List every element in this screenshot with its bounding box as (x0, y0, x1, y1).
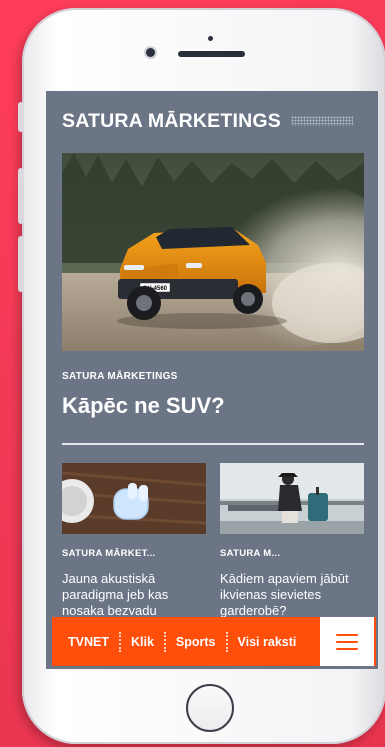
home-button[interactable] (186, 684, 234, 732)
card-kicker[interactable]: SATURA M... (220, 548, 364, 559)
menu-button[interactable] (320, 617, 374, 666)
article-card-shoes[interactable]: SATURA M... Kādiem apaviem jābūt ikviena… (220, 463, 364, 619)
nav-item-sports[interactable]: Sports (176, 635, 216, 649)
card-title[interactable]: Kādiem apaviem jābūt ikvienas sievietes … (220, 571, 364, 619)
nav-item-klik[interactable]: Klik (131, 635, 154, 649)
sensor-dot (208, 36, 213, 41)
card-kicker[interactable]: SATURA MĀRKET... (62, 548, 206, 559)
hamburger-menu-icon (336, 633, 358, 650)
section-header: SATURA MĀRKETINGS (62, 109, 372, 133)
hero-image-suv[interactable]: AH-4560 (62, 153, 364, 351)
dotted-pattern-decoration (290, 116, 353, 126)
volume-down-button (18, 236, 24, 292)
nav-item-tvnet[interactable]: TVNET (68, 635, 109, 649)
mute-switch (18, 102, 24, 132)
hero-kicker[interactable]: SATURA MĀRKETINGS (62, 371, 178, 382)
nav-separator (118, 631, 121, 652)
volume-up-button (18, 168, 24, 224)
card-title[interactable]: Jauna akustiskā paradigma jeb kas nosaka… (62, 571, 206, 619)
earpiece-speaker (178, 51, 245, 57)
earbuds-image[interactable] (62, 463, 206, 534)
bottom-navigation-bar: TVNET Klik Sports Visi raksti (52, 617, 376, 666)
divider (62, 443, 364, 445)
hero-title[interactable]: Kāpēc ne SUV? (62, 393, 225, 419)
nav-item-visi-raksti[interactable]: Visi raksti (238, 635, 297, 649)
section-title: SATURA MĀRKETINGS (62, 109, 281, 132)
nav-separator (163, 631, 166, 652)
article-card-earbuds[interactable]: SATURA MĀRKET... Jauna akustiskā paradig… (62, 463, 206, 619)
woman-with-suitcase-image[interactable] (220, 463, 364, 534)
phone-screen: SATURA MĀRKETINGS AH-4560 SATURA MĀRKETI… (46, 91, 378, 669)
front-camera-icon (146, 48, 155, 57)
nav-separator (225, 631, 228, 652)
